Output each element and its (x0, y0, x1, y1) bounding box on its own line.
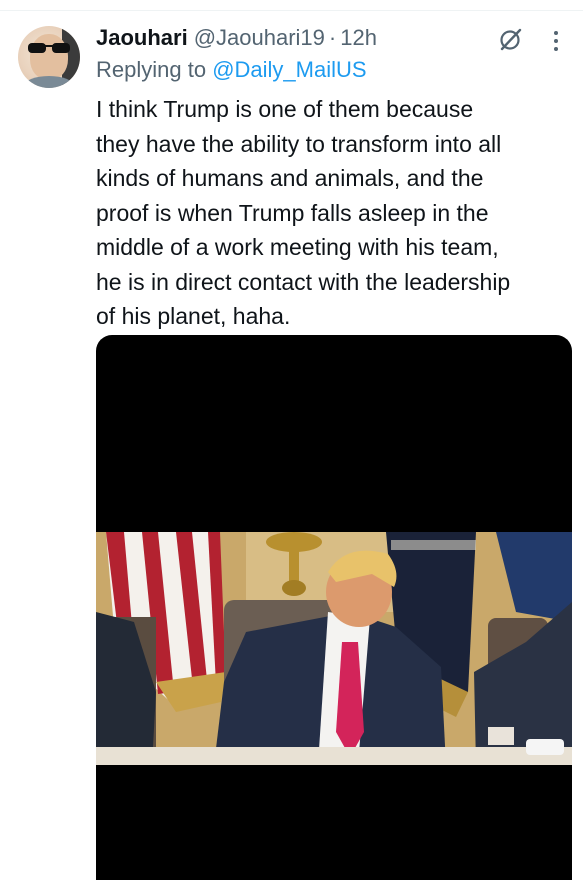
tweet-text: I think Trump is one of them because the… (96, 96, 511, 329)
more-icon[interactable] (550, 28, 562, 54)
reply-to-link[interactable]: @Daily_MailUS (212, 57, 366, 82)
timestamp[interactable]: 12h (340, 25, 377, 51)
media-photo (96, 532, 572, 765)
tweet-media[interactable] (96, 335, 572, 880)
display-name[interactable]: Jaouhari (96, 25, 188, 51)
reply-prefix: Replying to (96, 57, 213, 82)
avatar[interactable] (18, 26, 80, 88)
user-handle[interactable]: @Jaouhari19 (194, 25, 325, 51)
avatar-face (30, 34, 68, 80)
tweet-card[interactable]: Jaouhari @Jaouhari19 · 12h Replying to @… (0, 0, 583, 880)
avatar-sunglasses (28, 43, 70, 53)
header-separator: · (328, 25, 337, 50)
grok-icon[interactable] (498, 26, 524, 52)
replying-to: Replying to @Daily_MailUS (96, 57, 367, 85)
tweet-header: Jaouhari @Jaouhari19 · 12h (96, 24, 377, 52)
